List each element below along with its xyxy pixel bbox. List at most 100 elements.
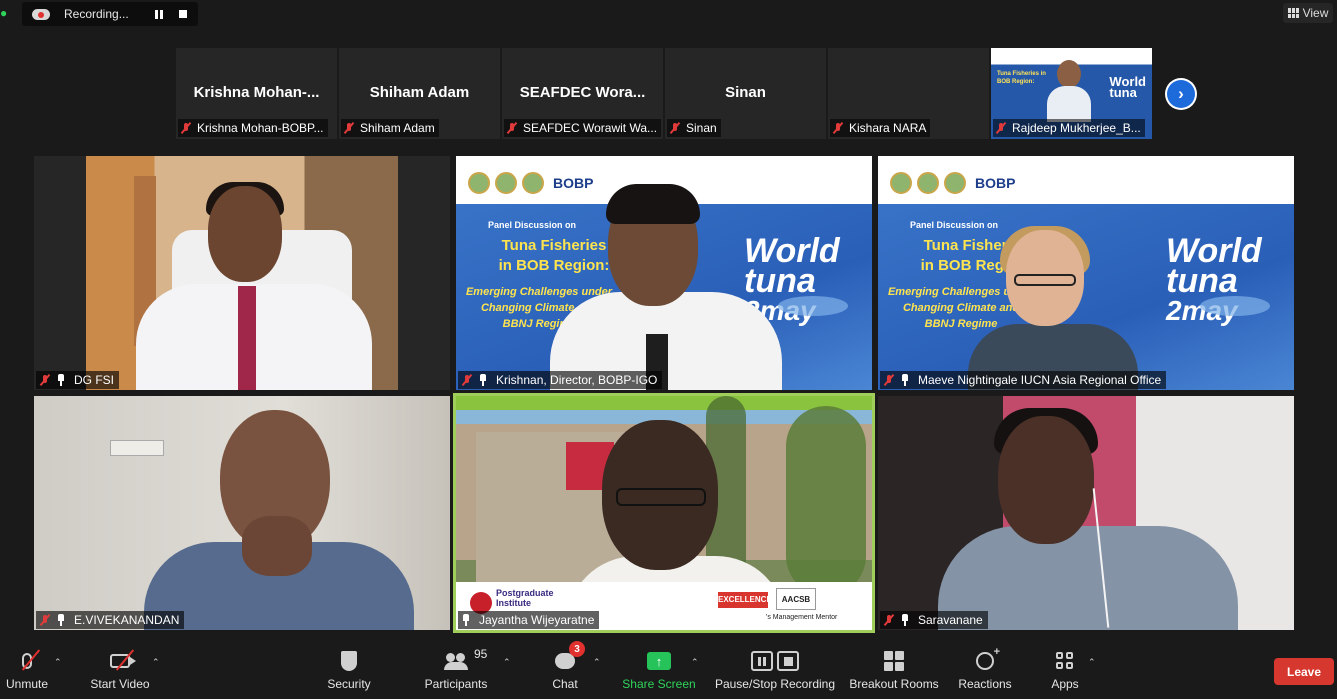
encryption-shield-icon[interactable]: ●	[0, 6, 10, 20]
participants-button[interactable]: 95 Participants	[420, 647, 492, 695]
thumbnail-tile[interactable]: Sinan Sinan	[665, 48, 826, 139]
video-tile[interactable]: BOBP Panel Discussion on Tuna Fisheries i…	[456, 156, 872, 390]
thumbnail-name-tag: Kishara NARA	[830, 119, 931, 137]
muted-mic-icon	[461, 374, 473, 386]
thumbnail-display-name: Sinan	[725, 84, 766, 101]
banner-excellence-text: EXCELLENCE	[718, 592, 772, 608]
grid-view-icon	[1287, 8, 1299, 18]
thumbnail-name-label: Shiham Adam	[360, 121, 435, 135]
thumbnail-slide-logo: World tuna	[1109, 74, 1146, 100]
apps-options-chevron-up-icon[interactable]: ⌃	[1088, 657, 1096, 668]
thumbnail-name-tag: Krishna Mohan-BOBP...	[178, 119, 328, 137]
breakout-rooms-grid-icon	[884, 651, 904, 671]
video-tile[interactable]: Saravanane	[878, 396, 1294, 630]
pause-stop-recording-button[interactable]: Pause/Stop Recording	[714, 649, 836, 695]
apps-label: Apps	[1051, 677, 1079, 691]
tuna-fish-graphic	[1200, 296, 1270, 316]
pause-stop-recording-label: Pause/Stop Recording	[714, 677, 836, 691]
thumbnail-name-tag: Sinan	[667, 119, 721, 137]
spotlight-pin-icon	[900, 374, 910, 386]
start-video-button[interactable]: Start Video	[88, 649, 152, 695]
stop-recording-icon	[777, 651, 799, 671]
participants-count: 95	[474, 647, 488, 661]
chat-unread-badge: 3	[569, 641, 585, 657]
thumbnail-tile[interactable]: Shiham Adam Shiham Adam	[339, 48, 500, 139]
participant-name-tag: Krishnan, Director, BOBP-IGO	[458, 371, 663, 389]
chat-label: Chat	[552, 677, 578, 691]
chevron-right-icon: ›	[1167, 80, 1195, 108]
video-options-chevron-up-icon[interactable]: ⌃	[152, 657, 160, 668]
slide-panel-text: Panel Discussion on	[910, 220, 999, 230]
muted-mic-icon	[343, 122, 355, 134]
pause-icon	[155, 9, 163, 19]
stop-recording-button[interactable]	[174, 5, 192, 23]
participant-video-feed: Postgraduate Institute EXCELLENCE AACSB '…	[456, 396, 872, 630]
thumbnail-tile[interactable]: Krishna Mohan-... Krishna Mohan-BOBP...	[176, 48, 337, 139]
share-screen-label: Share Screen	[622, 677, 696, 691]
thumbnail-name-tag: Shiham Adam	[341, 119, 439, 137]
audio-options-chevron-up-icon[interactable]: ⌃	[54, 657, 62, 668]
thumbnail-display-name: SEAFDEC Wora...	[519, 84, 646, 101]
thumbnail-tile[interactable]: SEAFDEC Wora... SEAFDEC Worawit Wa...	[502, 48, 663, 139]
participant-name: Krishnan, Director, BOBP-IGO	[496, 373, 658, 387]
participant-video-person	[1047, 60, 1091, 122]
zoom-meeting-window: ● Recording... View Krishna Mohan-... Kr…	[0, 0, 1337, 699]
muted-mic-icon	[39, 374, 51, 386]
next-page-button[interactable]: ›	[1165, 78, 1197, 110]
apps-button[interactable]: Apps	[1048, 649, 1082, 695]
security-label: Security	[327, 677, 371, 691]
participant-video-feed	[86, 156, 398, 390]
thumbnail-display-name: Krishna Mohan-...	[193, 84, 320, 101]
spotlight-pin-icon	[56, 614, 66, 626]
thumbnail-name-label: SEAFDEC Worawit Wa...	[523, 121, 658, 135]
participant-name: DG FSI	[74, 373, 115, 387]
view-button[interactable]: View	[1283, 3, 1333, 23]
security-shield-icon	[341, 651, 357, 671]
participant-name: E.VIVEKANANDAN	[74, 613, 180, 627]
spotlight-pin-icon	[478, 374, 488, 386]
participant-name-tag: Jayantha Wijeyaratne	[458, 611, 600, 629]
reactions-smiley-icon	[976, 646, 1000, 670]
stop-icon	[179, 10, 187, 18]
thumbnail-tile[interactable]: Kishara NARA	[828, 48, 989, 139]
muted-mic-icon	[669, 122, 681, 134]
muted-mic-icon	[995, 122, 1007, 134]
thumbnail-tile-video[interactable]: Tuna Fisheries in BOB Region: World tuna …	[991, 48, 1152, 139]
muted-mic-icon	[506, 122, 518, 134]
spotlight-pin-icon	[900, 614, 910, 626]
wall-switch-graphic	[110, 440, 164, 456]
meeting-controls-toolbar: Unmute ⌃ Start Video ⌃ Security 95 Parti…	[0, 641, 1337, 699]
reactions-label: Reactions	[958, 677, 1012, 691]
thumbnail-name-label: Kishara NARA	[849, 121, 927, 135]
participant-name: Maeve Nightingale IUCN Asia Regional Off…	[918, 373, 1162, 387]
chat-button[interactable]: 3 Chat	[548, 641, 585, 695]
active-speaker-tile[interactable]: Postgraduate Institute EXCELLENCE AACSB '…	[453, 393, 875, 633]
video-tile[interactable]: DG FSI	[34, 156, 450, 390]
video-tile[interactable]: E.VIVEKANANDAN	[34, 396, 450, 630]
unmute-button[interactable]: Unmute	[5, 649, 49, 695]
video-tile[interactable]: BOBP Panel Discussion on Tuna Fisheries i…	[878, 156, 1294, 390]
security-button[interactable]: Security	[325, 649, 373, 695]
unmute-label: Unmute	[5, 677, 49, 691]
breakout-rooms-button[interactable]: Breakout Rooms	[848, 649, 940, 695]
participants-icon	[444, 653, 468, 670]
participant-name-tag: E.VIVEKANANDAN	[36, 611, 185, 629]
thumbnail-name-label: Rajdeep Mukherjee_B...	[1012, 121, 1141, 135]
banner-aacsb-logo: AACSB	[776, 588, 816, 610]
share-screen-button[interactable]: ↑ Share Screen	[622, 649, 696, 695]
thumbnail-name-label: Krishna Mohan-BOBP...	[197, 121, 324, 135]
participants-options-chevron-up-icon[interactable]: ⌃	[503, 657, 511, 668]
thumbnail-name-tag: SEAFDEC Worawit Wa...	[504, 119, 661, 137]
slide-logos: BOBP	[890, 172, 1015, 194]
participant-name: Jayantha Wijeyaratne	[479, 613, 595, 627]
share-options-chevron-up-icon[interactable]: ⌃	[691, 657, 699, 668]
spotlight-pin-icon	[56, 374, 66, 386]
start-video-label: Start Video	[90, 677, 150, 691]
recording-indicator: Recording...	[22, 2, 198, 26]
apps-icon	[1056, 652, 1074, 670]
chat-options-chevron-up-icon[interactable]: ⌃	[593, 657, 601, 668]
leave-meeting-button[interactable]: Leave	[1274, 658, 1334, 685]
muted-mic-icon	[832, 122, 844, 134]
pause-recording-button[interactable]	[150, 5, 168, 23]
reactions-button[interactable]: Reactions	[957, 646, 1013, 695]
